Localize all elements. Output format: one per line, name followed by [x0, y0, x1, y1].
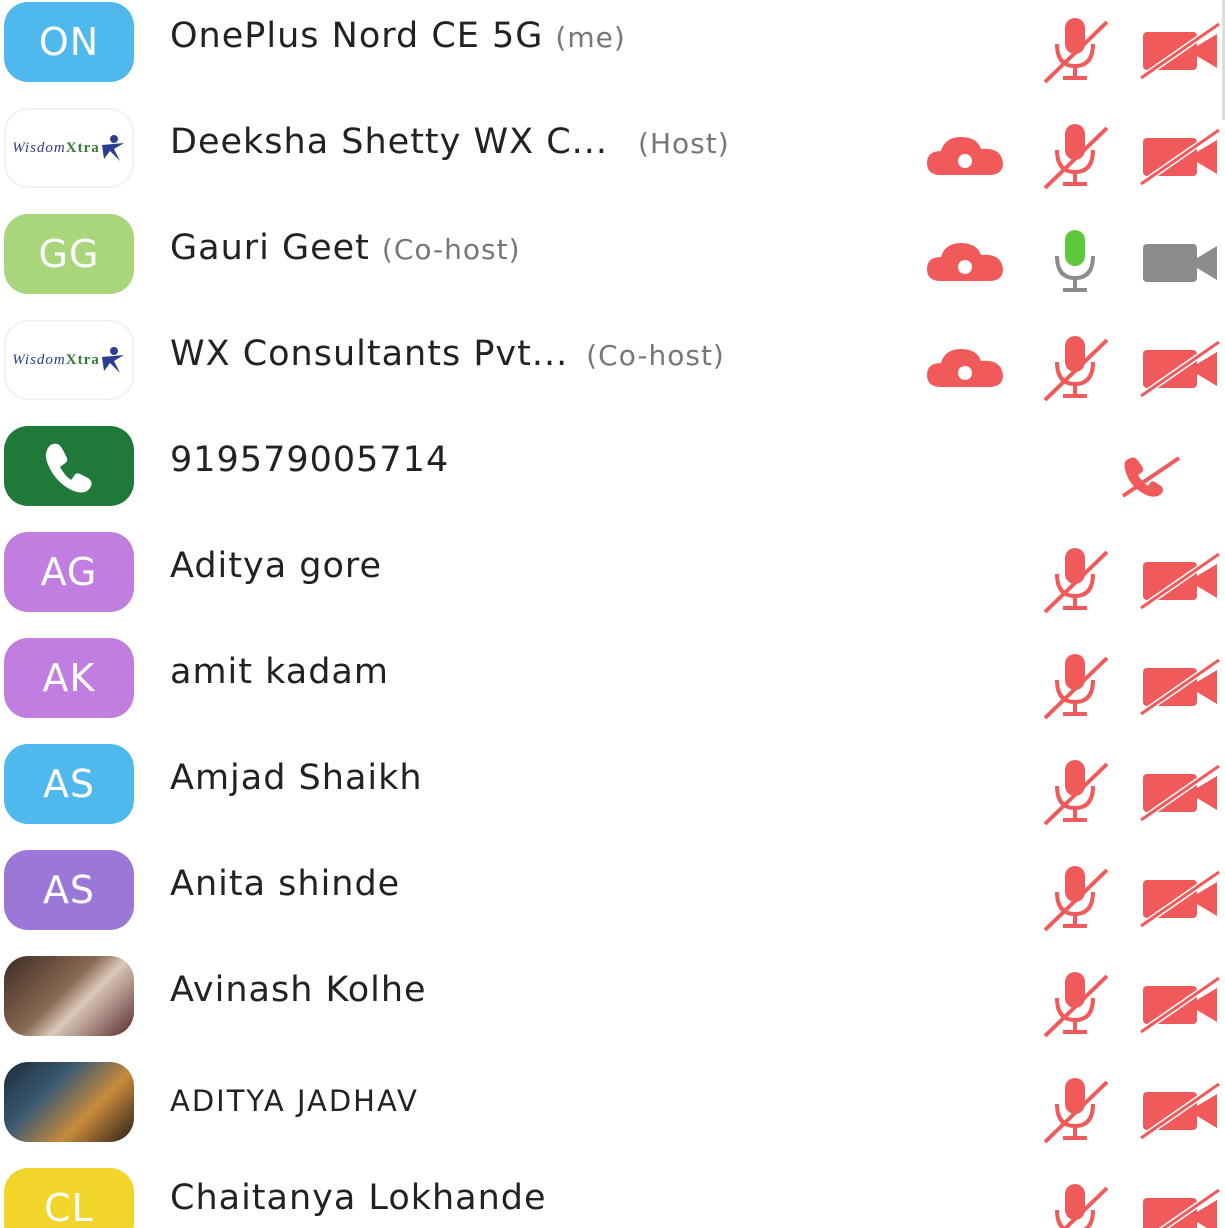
participant-row[interactable]: AK amit kadam — [0, 636, 1225, 742]
participant-row[interactable]: AS Amjad Shaikh — [0, 742, 1225, 848]
participant-row[interactable]: GG Gauri Geet (Co-host) — [0, 212, 1225, 318]
mic-muted-icon[interactable] — [1030, 752, 1120, 832]
cloud-record-icon — [920, 116, 1010, 196]
participant-name: amit kadam — [170, 652, 389, 692]
camera-off-icon[interactable] — [1135, 328, 1225, 408]
avatar: AS — [4, 744, 134, 824]
avatar: AG — [4, 532, 134, 612]
participant-name: Aditya gore — [170, 546, 383, 586]
camera-icon[interactable] — [1135, 222, 1225, 302]
participant-name: Deeksha Shetty WX C... (Host) — [170, 122, 730, 162]
participant-role: (me) — [555, 21, 626, 54]
mic-active-icon[interactable] — [1030, 222, 1120, 302]
participant-row[interactable]: CL Chaitanya Lokhande — [0, 1166, 1225, 1228]
participant-name: Amjad Shaikh — [170, 758, 423, 798]
avatar-photo — [4, 1062, 134, 1142]
camera-off-icon[interactable] — [1135, 1176, 1225, 1228]
participant-row[interactable]: 919579005714 — [0, 424, 1225, 530]
participant-role: (Host) — [638, 127, 730, 160]
mic-muted-icon[interactable] — [1030, 646, 1120, 726]
participant-row[interactable]: AS Anita shinde — [0, 848, 1225, 954]
participant-name: Gauri Geet (Co-host) — [170, 228, 521, 268]
participant-name: ADITYA JADHAV — [170, 1084, 419, 1118]
avatar: AK — [4, 638, 134, 718]
avatar-photo — [4, 956, 134, 1036]
participant-row[interactable]: ON OnePlus Nord CE 5G (me) — [0, 0, 1225, 106]
phone-icon — [45, 443, 92, 493]
participant-row[interactable]: ADITYA JADHAV — [0, 1060, 1225, 1166]
participant-name: 919579005714 — [170, 440, 450, 480]
participant-row[interactable]: WisdomXtra WX Consultants Pvt... (Co-host… — [0, 318, 1225, 424]
participants-list: ON OnePlus Nord CE 5G (me) WisdomXtra Dee… — [0, 0, 1225, 1228]
participant-row[interactable]: AG Aditya gore — [0, 530, 1225, 636]
mic-muted-icon[interactable] — [1030, 10, 1120, 90]
mic-muted-icon[interactable] — [1030, 858, 1120, 938]
participant-row[interactable]: Avinash Kolhe — [0, 954, 1225, 1060]
mic-muted-icon[interactable] — [1030, 328, 1120, 408]
avatar: GG — [4, 214, 134, 294]
participant-role: (Co-host) — [586, 339, 725, 372]
mic-muted-icon[interactable] — [1030, 540, 1120, 620]
avatar: CL — [4, 1168, 134, 1228]
camera-off-icon[interactable] — [1135, 1070, 1225, 1150]
mic-muted-icon[interactable] — [1030, 116, 1120, 196]
mic-muted-icon[interactable] — [1030, 1176, 1120, 1228]
avatar: ON — [4, 2, 134, 82]
participant-row[interactable]: WisdomXtra Deeksha Shetty WX C... (Host) — [0, 106, 1225, 212]
camera-off-icon[interactable] — [1135, 540, 1225, 620]
camera-off-icon[interactable] — [1135, 646, 1225, 726]
wisdomxtra-logo: WisdomXtra — [4, 108, 134, 188]
camera-off-icon[interactable] — [1135, 752, 1225, 832]
camera-off-icon[interactable] — [1135, 964, 1225, 1044]
camera-off-icon[interactable] — [1135, 10, 1225, 90]
mic-muted-icon[interactable] — [1030, 1070, 1120, 1150]
mic-muted-icon[interactable] — [1030, 964, 1120, 1044]
participant-name: WX Consultants Pvt... (Co-host) — [170, 334, 725, 374]
camera-off-icon[interactable] — [1135, 858, 1225, 938]
participant-name: Chaitanya Lokhande — [170, 1178, 547, 1218]
phone-avatar — [4, 426, 134, 506]
cloud-record-icon — [920, 328, 1010, 408]
participant-role: (Co-host) — [381, 233, 521, 266]
camera-off-icon[interactable] — [1135, 116, 1225, 196]
wisdomxtra-logo: WisdomXtra — [4, 320, 134, 400]
participant-name: Avinash Kolhe — [170, 970, 427, 1010]
participant-name: Anita shinde — [170, 864, 401, 904]
phone-muted-icon[interactable] — [1108, 434, 1198, 514]
avatar: AS — [4, 850, 134, 930]
cloud-record-icon — [920, 222, 1010, 302]
participant-name: OnePlus Nord CE 5G (me) — [170, 16, 626, 56]
